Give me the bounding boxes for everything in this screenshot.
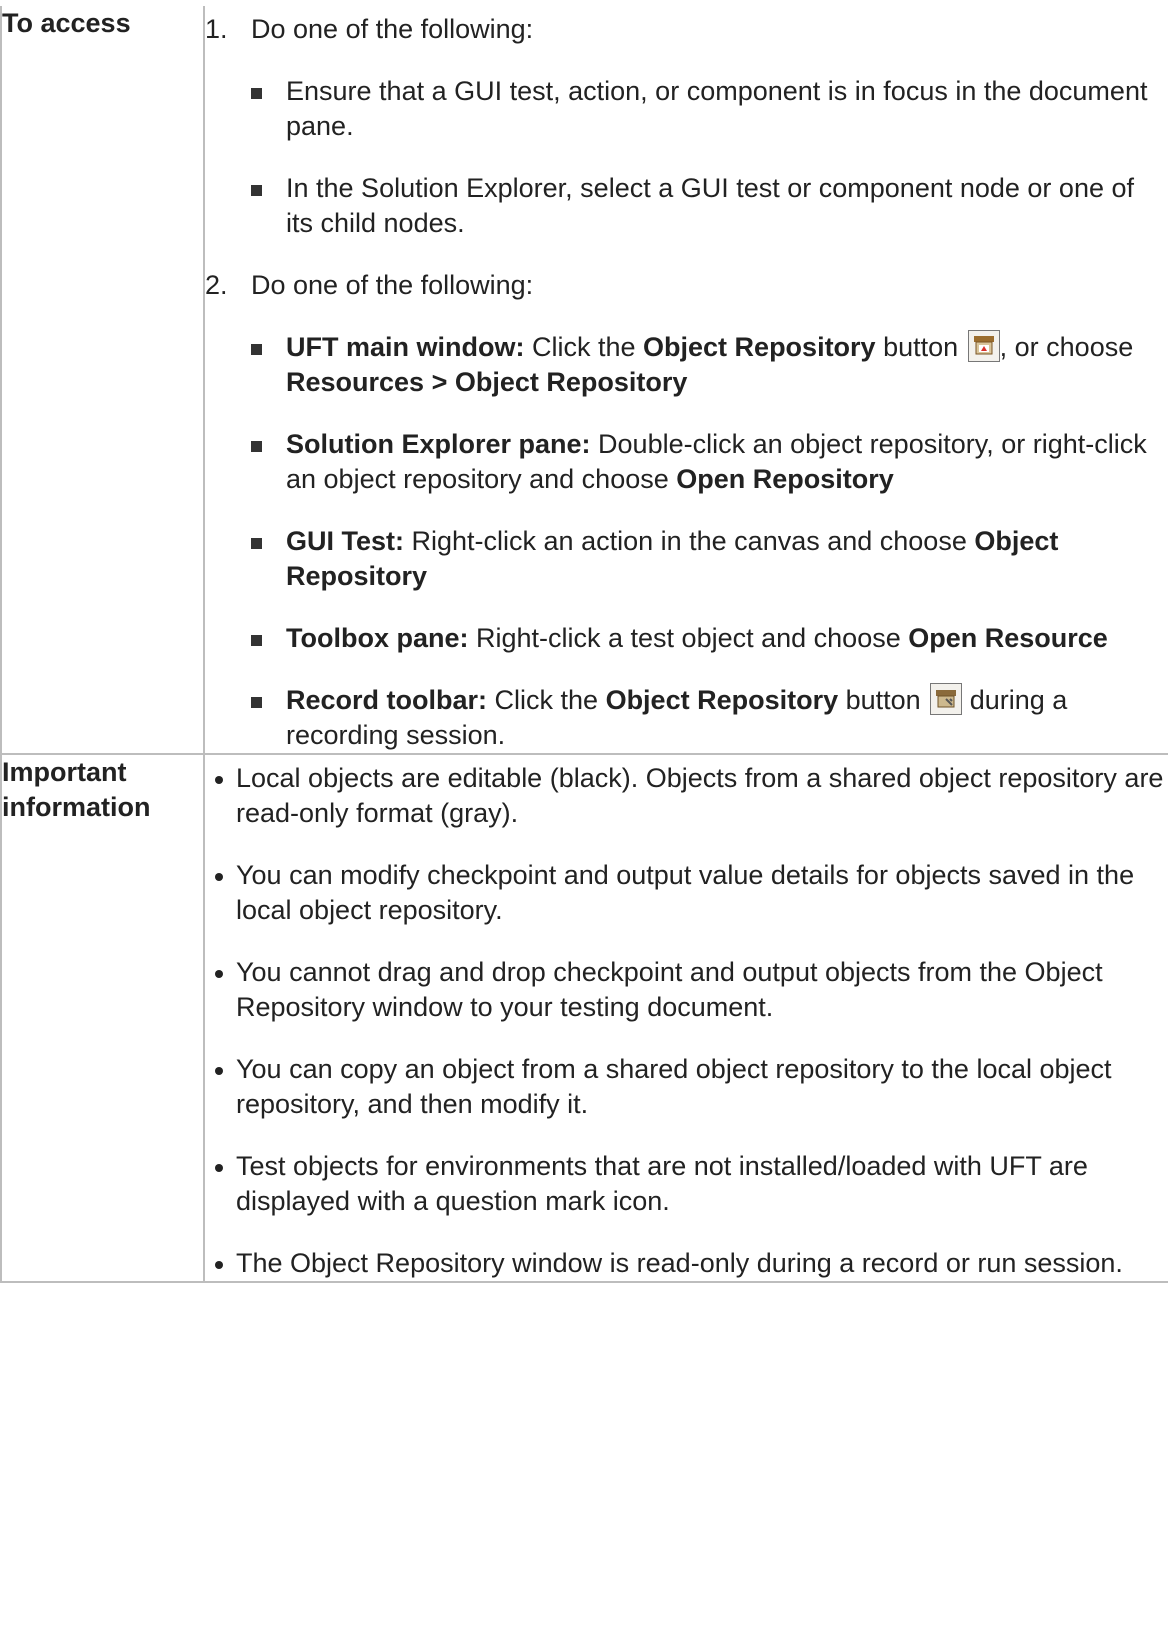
step-body: Do one of the following: UFT main window… <box>251 268 1168 753</box>
list-item: Ensure that a GUI test, action, or compo… <box>251 74 1168 144</box>
step-1-options: Ensure that a GUI test, action, or compo… <box>251 74 1168 241</box>
step-2-options: UFT main window: Click the Object Reposi… <box>251 330 1168 753</box>
option-text: button <box>838 685 929 715</box>
option-text: Click the <box>487 685 606 715</box>
list-item: Toolbox pane: Right-click a test object … <box>251 621 1168 656</box>
option-lead: GUI Test: <box>286 526 405 556</box>
to-access-content: 1. Do one of the following: Ensure that … <box>203 6 1168 755</box>
list-item: You cannot drag and drop checkpoint and … <box>205 955 1168 1025</box>
list-item: GUI Test: Right-click an action in the c… <box>251 524 1168 594</box>
option-bold: Object Repository <box>605 685 839 715</box>
step-2: 2. Do one of the following: UFT main win… <box>205 268 1168 753</box>
list-item: In the Solution Explorer, select a GUI t… <box>251 171 1168 241</box>
important-info-content: Local objects are editable (black). Obje… <box>203 753 1168 1283</box>
important-info-row: Important information Local objects are … <box>0 753 1168 1283</box>
list-item: You can modify checkpoint and output val… <box>205 858 1168 928</box>
option-text: button <box>875 332 966 362</box>
option-bold: Object Repository <box>643 332 876 362</box>
list-item: You can copy an object from a shared obj… <box>205 1052 1168 1122</box>
step-body: Do one of the following: Ensure that a G… <box>251 12 1168 241</box>
list-item: The Object Repository window is read-onl… <box>205 1246 1168 1281</box>
list-item: Record toolbar: Click the Object Reposit… <box>251 683 1168 753</box>
list-item: UFT main window: Click the Object Reposi… <box>251 330 1168 400</box>
option-lead: Solution Explorer pane: <box>286 429 591 459</box>
option-text: Right-click an action in the canvas and … <box>404 526 975 556</box>
list-item: Local objects are editable (black). Obje… <box>205 761 1168 831</box>
step-1: 1. Do one of the following: Ensure that … <box>205 12 1168 241</box>
option-lead: Toolbox pane: <box>286 623 469 653</box>
info-table: To access 1. Do one of the following: En… <box>0 6 1168 1283</box>
important-info-list: Local objects are editable (black). Obje… <box>205 761 1168 1281</box>
option-bold: Open Resource <box>908 623 1108 653</box>
object-repository-icon <box>967 330 1000 362</box>
step-number: 2. <box>205 270 228 300</box>
option-lead: Record toolbar: <box>286 685 488 715</box>
step-title: Do one of the following: <box>251 14 534 44</box>
step-title: Do one of the following: <box>251 270 534 300</box>
to-access-row: To access 1. Do one of the following: En… <box>0 6 1168 755</box>
option-text: Right-click a test object and choose <box>468 623 909 653</box>
important-info-header: Important information <box>0 753 205 1283</box>
list-item: Solution Explorer pane: Double-click an … <box>251 427 1168 497</box>
option-text: Click the <box>524 332 644 362</box>
option-bold: Open Repository <box>676 464 894 494</box>
step-number: 1. <box>205 14 228 44</box>
option-bold: Resources > Object Repository <box>286 367 688 397</box>
record-object-repository-icon <box>930 683 963 715</box>
list-item: Test objects for environments that are n… <box>205 1149 1168 1219</box>
to-access-header: To access <box>0 6 205 755</box>
option-text: , or choose <box>999 332 1134 362</box>
option-lead: UFT main window: <box>286 332 525 362</box>
